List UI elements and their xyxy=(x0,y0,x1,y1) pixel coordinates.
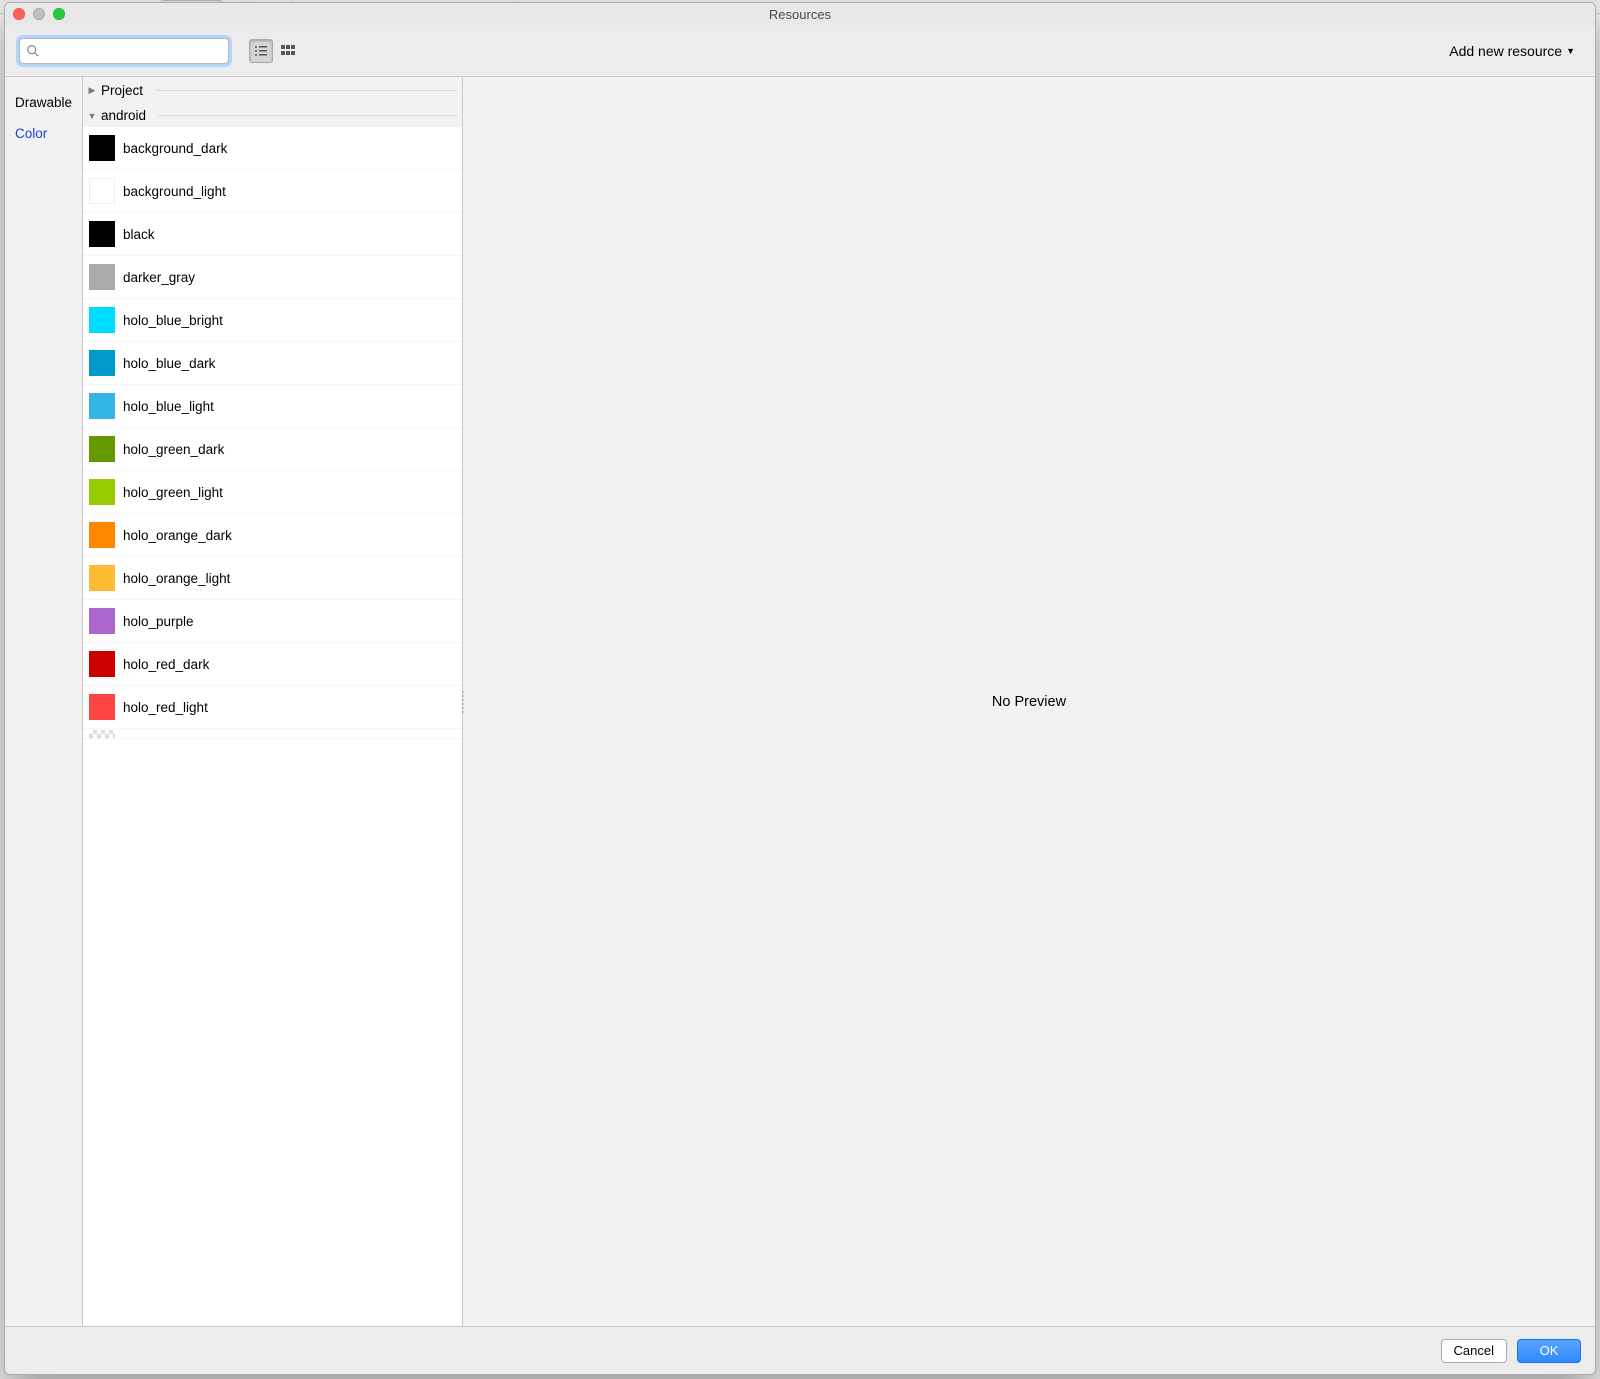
resource-row[interactable]: holo_red_light xyxy=(83,686,462,729)
resource-name: black xyxy=(123,227,155,242)
dialog-footer: Cancel OK xyxy=(5,1326,1595,1374)
close-window-button[interactable] xyxy=(13,8,25,20)
resource-row[interactable]: background_light xyxy=(83,170,462,213)
section-label: Project xyxy=(101,83,143,98)
add-new-resource-label: Add new resource xyxy=(1449,43,1562,59)
color-swatch xyxy=(89,522,115,548)
search-input[interactable] xyxy=(43,43,222,58)
resource-name: holo_red_light xyxy=(123,700,208,715)
dropdown-triangle-icon: ▼ xyxy=(1566,46,1575,56)
resource-name: holo_orange_light xyxy=(123,571,230,586)
color-swatch xyxy=(89,350,115,376)
resource-name: holo_green_light xyxy=(123,485,223,500)
view-grid-button[interactable] xyxy=(276,39,300,63)
search-field-wrap[interactable] xyxy=(19,38,229,64)
color-swatch xyxy=(89,135,115,161)
color-swatch xyxy=(89,307,115,333)
color-swatch xyxy=(89,221,115,247)
color-swatch xyxy=(89,479,115,505)
resource-name: holo_purple xyxy=(123,614,194,629)
cancel-button[interactable]: Cancel xyxy=(1441,1339,1507,1363)
maximize-window-button[interactable] xyxy=(53,8,65,20)
resource-name: darker_gray xyxy=(123,270,195,285)
list-view-icon xyxy=(254,44,268,58)
resource-row[interactable]: holo_blue_dark xyxy=(83,342,462,385)
resource-name: holo_green_dark xyxy=(123,442,224,457)
resource-row[interactable]: holo_blue_light xyxy=(83,385,462,428)
dialog-body: DrawableColor ▶ Project ▼ android background… xyxy=(5,77,1595,1326)
color-swatch xyxy=(89,608,115,634)
grid-view-icon xyxy=(281,44,295,58)
preview-pane: No Preview xyxy=(463,77,1595,1326)
resource-row[interactable]: holo_blue_bright xyxy=(83,299,462,342)
color-swatch xyxy=(89,264,115,290)
color-swatch xyxy=(89,565,115,591)
resource-name: holo_orange_dark xyxy=(123,528,232,543)
color-swatch xyxy=(89,393,115,419)
section-header-android[interactable]: ▼ android xyxy=(83,102,462,127)
resource-row[interactable]: holo_orange_light xyxy=(83,557,462,600)
section-rule xyxy=(158,115,458,116)
color-swatch xyxy=(89,730,115,738)
category-drawable[interactable]: Drawable xyxy=(5,87,82,118)
ok-button[interactable]: OK xyxy=(1517,1339,1581,1363)
window-controls xyxy=(13,8,65,20)
disclosure-triangle-icon: ▶ xyxy=(87,85,97,96)
view-toggle xyxy=(249,39,300,63)
titlebar: Resources xyxy=(5,3,1595,25)
category-sidebar: DrawableColor xyxy=(5,77,83,1326)
resource-row[interactable] xyxy=(83,729,462,739)
resource-row[interactable]: black xyxy=(83,213,462,256)
resource-list[interactable]: ▶ Project ▼ android background_dark backgroun… xyxy=(83,77,463,1326)
disclosure-triangle-icon: ▼ xyxy=(87,111,97,121)
add-new-resource-dropdown[interactable]: Add new resource ▼ xyxy=(1449,43,1575,59)
resources-dialog: Resources xyxy=(4,2,1596,1375)
section-rule xyxy=(155,90,458,91)
resource-row[interactable]: holo_purple xyxy=(83,600,462,643)
section-label: android xyxy=(101,108,146,123)
minimize-window-button[interactable] xyxy=(33,8,45,20)
view-list-button[interactable] xyxy=(249,39,273,63)
color-swatch xyxy=(89,436,115,462)
resource-row[interactable]: holo_red_dark xyxy=(83,643,462,686)
resource-row[interactable]: darker_gray xyxy=(83,256,462,299)
dialog-title: Resources xyxy=(5,7,1595,22)
resource-row[interactable]: background_dark xyxy=(83,127,462,170)
resource-row[interactable]: holo_green_light xyxy=(83,471,462,514)
resource-name: background_dark xyxy=(123,141,227,156)
color-swatch xyxy=(89,694,115,720)
resource-row[interactable]: holo_orange_dark xyxy=(83,514,462,557)
preview-text: No Preview xyxy=(992,694,1066,710)
section-header-project[interactable]: ▶ Project xyxy=(83,77,462,102)
resource-name: holo_blue_dark xyxy=(123,356,215,371)
resource-name: holo_blue_bright xyxy=(123,313,223,328)
search-icon xyxy=(26,44,39,57)
resource-name: holo_blue_light xyxy=(123,399,214,414)
pane-resize-handle[interactable] xyxy=(460,687,466,717)
toolbar: Add new resource ▼ xyxy=(5,25,1595,77)
resource-name: background_light xyxy=(123,184,226,199)
resource-row[interactable]: holo_green_dark xyxy=(83,428,462,471)
resource-name: holo_red_dark xyxy=(123,657,209,672)
color-swatch xyxy=(89,178,115,204)
category-color[interactable]: Color xyxy=(5,118,82,149)
color-swatch xyxy=(89,651,115,677)
